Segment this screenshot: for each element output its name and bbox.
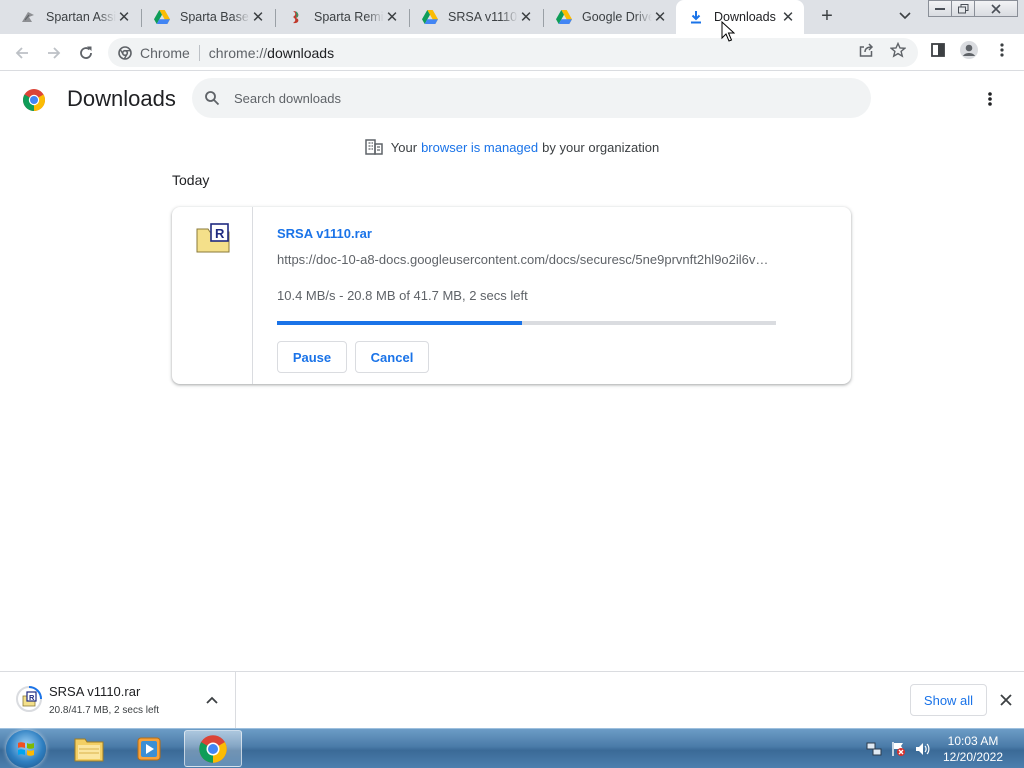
chrome-taskbar-icon[interactable]: [184, 730, 242, 767]
search-downloads-box[interactable]: [192, 78, 871, 118]
minimize-icon[interactable]: [928, 0, 952, 17]
tab-search-chevron-icon[interactable]: [896, 7, 914, 25]
windows-taskbar: 10:03 AM 12/20/2022: [0, 728, 1024, 768]
browser-toolbar: Chrome chrome://downloads: [0, 34, 1024, 71]
close-icon[interactable]: ✕: [250, 9, 266, 26]
search-icon: [204, 90, 220, 106]
rar-file-icon: R: [16, 686, 42, 712]
taskbar-clock[interactable]: 10:03 AM 12/20/2022: [935, 733, 1011, 765]
chrome-logo-icon: [22, 88, 46, 112]
chrome-site-icon: [118, 45, 132, 60]
source-url[interactable]: https://doc-10-a8-docs.googleusercontent…: [277, 252, 772, 267]
tab-spartan-assist[interactable]: Spartan Assist ✕: [8, 0, 140, 34]
close-icon[interactable]: ✕: [780, 9, 796, 26]
url-host: downloads: [267, 44, 335, 61]
spartan-icon: [20, 9, 36, 25]
shelf-download-item[interactable]: R SRSA v1110.rar 20.8/41.7 MB, 2 secs le…: [0, 672, 236, 728]
cancel-button[interactable]: Cancel: [355, 341, 429, 373]
bookmark-star-icon[interactable]: [888, 40, 908, 60]
rar-file-icon: R: [196, 223, 230, 253]
google-drive-icon: [154, 9, 170, 25]
chrome-menu-icon[interactable]: [992, 40, 1012, 60]
tab-title: Google Drive: [582, 10, 652, 24]
file-name-link[interactable]: SRSA v1110.rar: [277, 226, 372, 241]
svg-text:R: R: [215, 226, 225, 241]
mouse-cursor-icon: [721, 20, 736, 43]
tab-title: SRSA v1110.rar: [448, 10, 518, 24]
download-icon: [688, 9, 704, 25]
shelf-file-status: 20.8/41.7 MB, 2 secs left: [49, 705, 160, 716]
progress-fill: [277, 321, 522, 325]
window-close-icon[interactable]: [974, 0, 1018, 17]
close-icon[interactable]: ✕: [384, 9, 400, 26]
pause-button[interactable]: Pause: [277, 341, 347, 373]
managed-suffix: by your organization: [542, 139, 660, 155]
url-scheme: chrome://: [208, 44, 268, 61]
site-chip-label: Chrome: [140, 44, 190, 61]
tab-downloads[interactable]: Downloads ✕: [676, 0, 804, 34]
reload-icon[interactable]: [73, 40, 99, 66]
page-title: Downloads: [67, 86, 176, 111]
svg-text:R: R: [29, 693, 35, 702]
building-icon: [365, 139, 383, 155]
network-icon[interactable]: [866, 741, 882, 757]
tab-title: Spartan Assist: [46, 10, 116, 24]
more-actions-icon[interactable]: [980, 88, 1000, 110]
download-progress-bar: [277, 321, 776, 325]
close-shelf-icon[interactable]: [996, 690, 1016, 710]
close-icon[interactable]: ✕: [518, 9, 534, 26]
tab-title: Sparta Base (: [180, 10, 250, 24]
tab-sparta-remix[interactable]: Sparta Remix ✕: [276, 0, 408, 34]
google-drive-icon: [422, 9, 438, 25]
start-button-icon[interactable]: [6, 730, 46, 768]
file-icon-column: R: [172, 207, 253, 384]
shelf-file-name: SRSA v1110.rar: [49, 684, 141, 699]
date-group-label: Today: [172, 172, 210, 188]
clock-time: 10:03 AM: [947, 734, 999, 748]
window-controls: [928, 0, 1018, 17]
downloads-header: Downloads: [0, 72, 1024, 128]
explorer-icon[interactable]: [60, 730, 118, 767]
tab-srsa-drive[interactable]: SRSA v1110.rar ✕: [410, 0, 542, 34]
clock-date: 12/20/2022: [942, 750, 1004, 764]
chevron-up-icon[interactable]: [203, 691, 221, 709]
close-icon[interactable]: ✕: [116, 9, 132, 26]
tab-title: Sparta Remix: [314, 10, 384, 24]
search-input[interactable]: [234, 90, 834, 106]
managed-notice: Your browser is managed by your organiza…: [0, 139, 1024, 155]
share-icon[interactable]: [856, 40, 876, 60]
volume-icon[interactable]: [914, 741, 930, 757]
tab-google-drive[interactable]: Google Drive ✕: [544, 0, 676, 34]
media-player-icon[interactable]: [120, 730, 178, 767]
address-bar[interactable]: Chrome chrome://downloads: [108, 38, 918, 67]
download-item-card: R SRSA v1110.rar https://doc-10-a8-docs.…: [172, 207, 851, 384]
download-shelf: R SRSA v1110.rar 20.8/41.7 MB, 2 secs le…: [0, 671, 1024, 728]
omnibox-divider: [198, 44, 200, 61]
profile-avatar-icon[interactable]: [959, 40, 979, 60]
new-tab-button[interactable]: +: [816, 5, 838, 27]
managed-link[interactable]: browser is managed: [421, 140, 538, 155]
side-panel-icon[interactable]: [928, 40, 948, 60]
sparta-remix-icon: [288, 9, 304, 25]
forward-icon[interactable]: [41, 40, 67, 66]
action-center-flag-icon[interactable]: [890, 741, 906, 757]
tab-sparta-base[interactable]: Sparta Base ( ✕: [142, 0, 274, 34]
back-icon[interactable]: [9, 40, 35, 66]
close-icon[interactable]: ✕: [652, 9, 668, 26]
google-drive-icon: [556, 9, 572, 25]
show-all-button[interactable]: Show all: [910, 684, 987, 716]
restore-icon[interactable]: [951, 0, 975, 17]
managed-prefix: Your: [390, 139, 418, 155]
download-status: 10.4 MB/s - 20.8 MB of 41.7 MB, 2 secs l…: [277, 288, 528, 303]
tab-strip: Spartan Assist ✕ Sparta Base ( ✕ Sparta …: [0, 0, 1024, 34]
